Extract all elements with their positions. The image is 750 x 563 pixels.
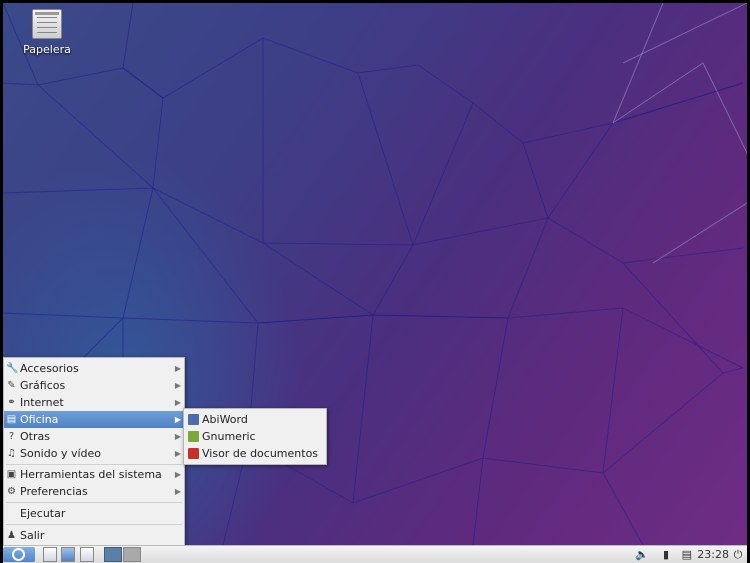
- gnumeric-icon: [188, 431, 199, 442]
- application-menu: 🔧 Accesorios ▶ ✎ Gráficos ▶ ⚭ Internet ▶…: [3, 357, 185, 547]
- lubuntu-logo-icon: [12, 548, 25, 561]
- chevron-right-icon: ▶: [174, 364, 181, 373]
- menu-item-herramientas[interactable]: ▣ Herramientas del sistema ▶: [4, 466, 184, 483]
- submenu-item-label: Gnumeric: [202, 430, 256, 443]
- menu-item-label: Otras: [20, 430, 50, 443]
- menu-item-label: Accesorios: [20, 362, 79, 375]
- browser-launcher-icon[interactable]: [61, 547, 75, 562]
- menu-item-label: Preferencias: [20, 485, 88, 498]
- menu-item-preferencias[interactable]: ⚙ Preferencias ▶: [4, 483, 184, 500]
- system-tools-icon: ▣: [6, 469, 17, 480]
- submenu-item-label: AbiWord: [202, 413, 248, 426]
- chevron-right-icon: ▶: [174, 381, 181, 390]
- menu-item-sonido-video[interactable]: ♫ Sonido y vídeo ▶: [4, 445, 184, 462]
- graphics-icon: ✎: [7, 380, 16, 391]
- chevron-right-icon: ▶: [174, 398, 181, 407]
- file-manager-launcher-icon[interactable]: [43, 547, 57, 562]
- chevron-right-icon: ▶: [174, 432, 181, 441]
- menu-item-salir[interactable]: ♟ Salir: [4, 527, 184, 544]
- workspace-1-button[interactable]: [104, 547, 122, 562]
- menu-item-label: Herramientas del sistema: [20, 468, 162, 481]
- battery-icon[interactable]: ▮: [663, 548, 669, 561]
- menu-item-graficos[interactable]: ✎ Gráficos ▶: [4, 377, 184, 394]
- sound-video-icon: ♫: [7, 448, 16, 459]
- taskbar-panel: 🔈 ▮ ▤ 23:28 ⏻: [3, 545, 747, 563]
- menu-item-label: Gráficos: [20, 379, 66, 392]
- menu-item-accesorios[interactable]: 🔧 Accesorios ▶: [4, 360, 184, 377]
- menu-item-label: Salir: [20, 529, 45, 542]
- show-desktop-icon[interactable]: [80, 547, 94, 562]
- menu-item-otras[interactable]: ? Otras ▶: [4, 428, 184, 445]
- office-icon: ▤: [6, 414, 17, 425]
- menu-item-internet[interactable]: ⚭ Internet ▶: [4, 394, 184, 411]
- chevron-right-icon: ▶: [174, 449, 181, 458]
- desktop-icon-label: Papelera: [23, 43, 71, 56]
- menu-item-label: Sonido y vídeo: [20, 447, 102, 460]
- volume-icon[interactable]: 🔈: [635, 548, 649, 561]
- menu-separator: [6, 464, 182, 465]
- network-icon[interactable]: ▤: [682, 548, 692, 561]
- chevron-right-icon: ▶: [174, 487, 181, 496]
- desktop-icon-trash[interactable]: Papelera: [17, 9, 77, 56]
- trash-icon: [32, 9, 62, 39]
- menu-separator: [6, 524, 182, 525]
- submenu-item-gnumeric[interactable]: Gnumeric: [184, 428, 326, 445]
- workspace-2-button[interactable]: [123, 547, 141, 562]
- abiword-icon: [188, 414, 199, 425]
- chevron-right-icon: ▶: [174, 470, 181, 479]
- menu-item-ejecutar[interactable]: Ejecutar: [4, 505, 184, 522]
- menu-separator: [6, 502, 182, 503]
- preferences-gear-icon: ⚙: [7, 486, 16, 497]
- internet-globe-icon: ⚭: [7, 397, 16, 408]
- logout-icon: ♟: [7, 530, 16, 541]
- power-icon[interactable]: ⏻: [731, 548, 745, 561]
- clock[interactable]: 23:28: [697, 547, 729, 561]
- submenu-item-visor-documentos[interactable]: Visor de documentos: [184, 445, 326, 462]
- submenu-item-abiword[interactable]: AbiWord: [184, 411, 326, 428]
- menu-item-label: Internet: [20, 396, 64, 409]
- menu-item-oficina[interactable]: ▤ Oficina ▶: [4, 411, 184, 428]
- other-icon: ?: [8, 431, 15, 442]
- submenu-item-label: Visor de documentos: [202, 447, 319, 460]
- menu-item-label: Oficina: [20, 413, 59, 426]
- pdf-viewer-icon: [188, 448, 199, 459]
- office-submenu: AbiWord Gnumeric Visor de documentos: [183, 408, 327, 465]
- menu-item-label: Ejecutar: [20, 507, 66, 520]
- start-menu-button[interactable]: [3, 547, 35, 562]
- accessories-icon: 🔧: [6, 363, 19, 374]
- chevron-right-icon: ▶: [174, 415, 181, 424]
